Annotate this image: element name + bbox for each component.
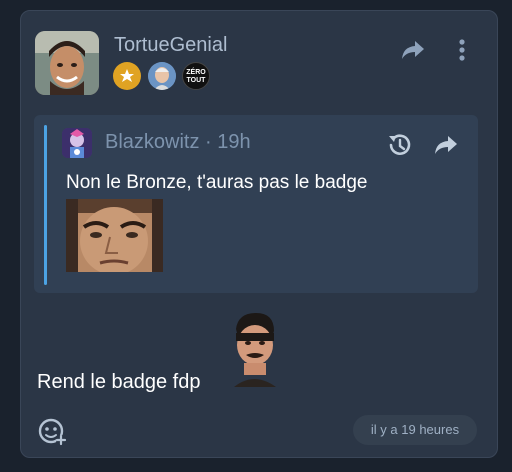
message-text: Rend le badge fdp xyxy=(37,371,201,393)
post-timestamp[interactable]: il y a 19 heures xyxy=(353,415,477,445)
quote-accent-bar xyxy=(44,125,47,285)
quote-time: 19h xyxy=(217,131,251,153)
author-name[interactable]: TortueGenial xyxy=(114,34,227,57)
share-arrow-icon[interactable] xyxy=(400,39,426,61)
add-reaction-icon[interactable] xyxy=(37,416,67,446)
post-card: TortueGenial ZÉRO TOUT Blazkowitz · 19h … xyxy=(20,10,498,458)
history-icon[interactable] xyxy=(386,132,412,158)
sticker-emote xyxy=(228,311,280,387)
quote-header: Blazkowitz · 19h xyxy=(105,131,251,154)
quote-text: Non le Bronze, t'auras pas le badge xyxy=(66,172,368,193)
quote-author-name[interactable]: Blazkowitz xyxy=(105,131,199,153)
quoted-message[interactable]: Blazkowitz · 19h Non le Bronze, t'auras … xyxy=(34,115,478,293)
quote-emote-image xyxy=(66,199,163,272)
portrait-badge-icon[interactable] xyxy=(148,62,176,90)
quote-separator: · xyxy=(205,131,212,153)
author-avatar[interactable] xyxy=(35,31,99,95)
more-vertical-icon[interactable] xyxy=(457,38,467,62)
quote-author-avatar[interactable] xyxy=(62,128,92,158)
zero-tout-badge-icon[interactable]: ZÉRO TOUT xyxy=(182,62,210,90)
quote-share-arrow-icon[interactable] xyxy=(433,134,459,156)
star-badge-icon[interactable] xyxy=(113,62,141,90)
